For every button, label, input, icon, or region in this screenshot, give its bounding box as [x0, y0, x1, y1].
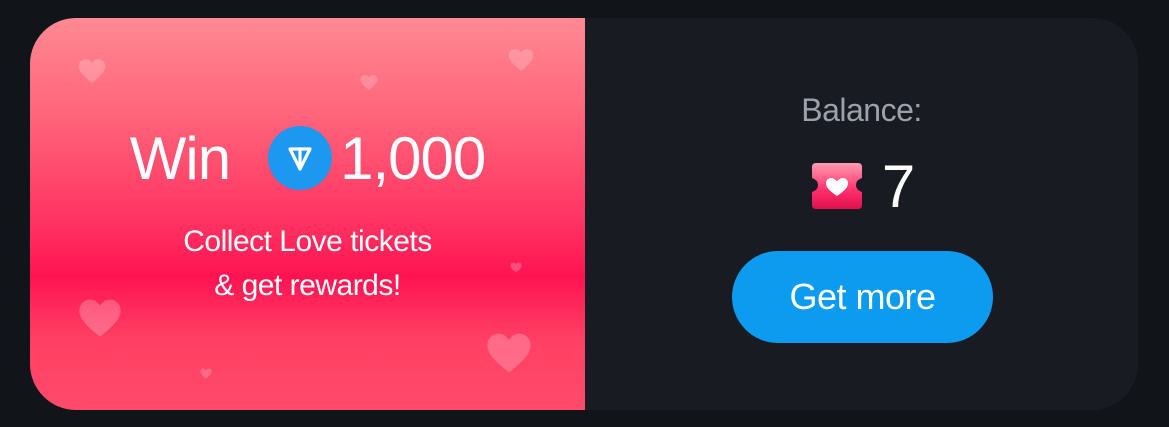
promo-subtitle-line2: & get rewards! [214, 269, 401, 302]
heart-icon [200, 368, 212, 379]
promo-banner[interactable]: Win 1,000 Collect Love tickets & get rew… [30, 18, 585, 410]
balance-label: Balance: [801, 92, 922, 128]
love-tickets-card: Win 1,000 Collect Love tickets & get rew… [30, 18, 1138, 410]
promo-subtitle: Collect Love tickets & get rewards! [30, 220, 585, 308]
promo-content: Win 1,000 Collect Love tickets & get rew… [30, 118, 585, 308]
balance-row: 7 [585, 154, 1138, 220]
heart-icon [487, 333, 531, 373]
promo-subtitle-line1: Collect Love tickets [183, 225, 432, 258]
heart-icon [360, 74, 378, 91]
get-more-button[interactable]: Get more [732, 251, 993, 343]
win-label: Win [129, 124, 231, 192]
balance-panel: Balance: 7 Get more [585, 18, 1138, 410]
balance-value: 7 [881, 153, 916, 220]
heart-icon [508, 49, 534, 71]
heart-icon [78, 59, 106, 83]
love-ticket-icon [811, 163, 862, 209]
ton-coin-icon [268, 126, 333, 190]
prize-row: Win 1,000 [30, 118, 585, 198]
prize-amount: 1,000 [340, 124, 486, 192]
